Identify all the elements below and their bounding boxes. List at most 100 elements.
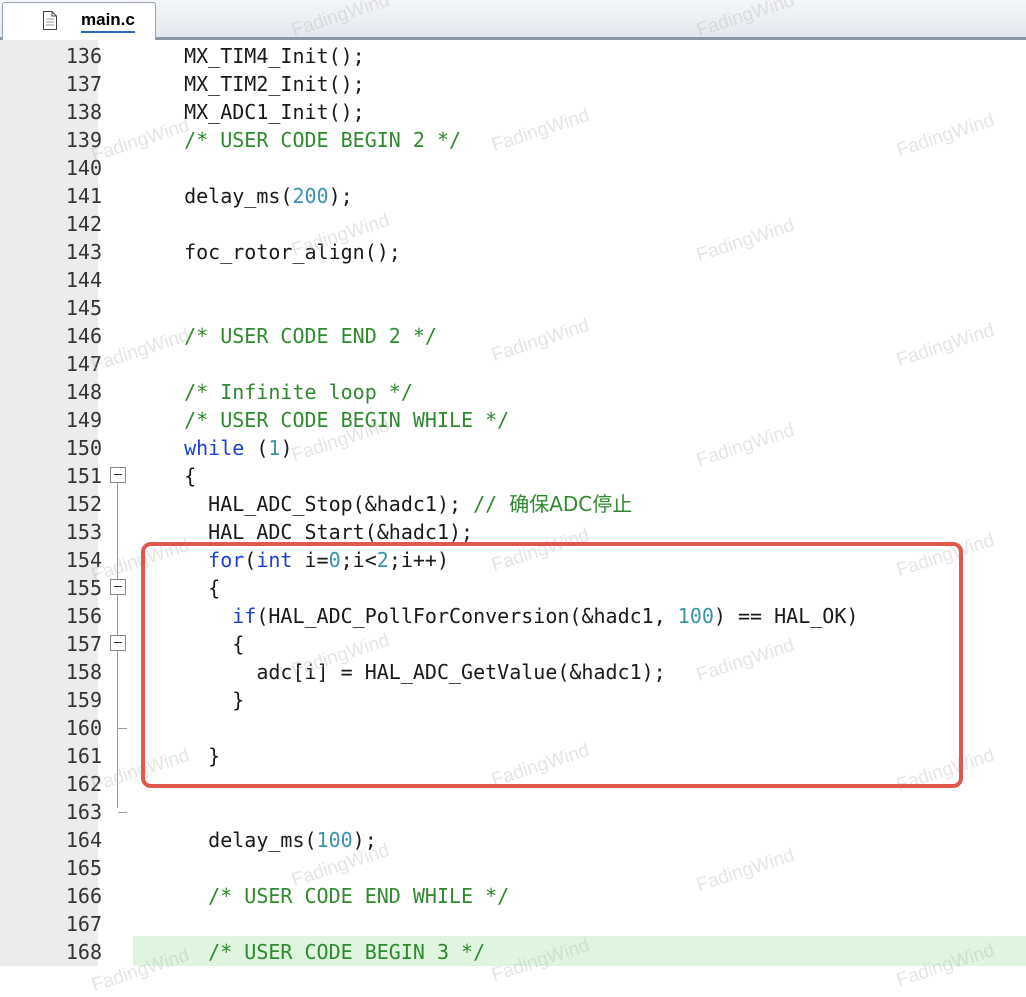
code-token: ;i++)	[388, 548, 450, 572]
code-token: delay_ms(	[160, 184, 293, 208]
code-token: 100	[316, 828, 353, 852]
line-number: 152	[65, 492, 102, 516]
code-line[interactable]: 160	[0, 714, 1026, 742]
code-line[interactable]: 141 delay_ms(200);	[0, 182, 1026, 210]
line-number: 153	[65, 520, 102, 544]
code-line[interactable]: 152 HAL_ADC_Stop(&hadc1); // 确保ADC停止	[0, 490, 1026, 518]
code-line[interactable]: 143 foc_rotor_align();	[0, 238, 1026, 266]
code-token: ) == HAL_OK)	[713, 604, 859, 628]
code-line[interactable]: 165	[0, 854, 1026, 882]
code-line[interactable]: 164 delay_ms(100);	[0, 826, 1026, 854]
code-token: MX_ADC1_Init();	[160, 100, 365, 124]
code-token: {	[160, 576, 221, 600]
line-number: 138	[65, 100, 102, 124]
line-number: 163	[65, 800, 102, 824]
code-line[interactable]: 136 MX_TIM4_Init();	[0, 42, 1026, 70]
code-text: adc[i] = HAL_ADC_GetValue(&hadc1);	[160, 658, 666, 686]
code-line[interactable]: 166 /* USER CODE END WHILE */	[0, 882, 1026, 910]
line-number: 154	[65, 548, 102, 572]
code-line[interactable]: 142	[0, 210, 1026, 238]
tab-main-c[interactable]: main.c	[2, 2, 156, 40]
code-token: //	[473, 492, 510, 516]
code-text: /* Infinite loop */	[160, 378, 413, 406]
code-text: delay_ms(200);	[160, 182, 353, 210]
code-line[interactable]: 155 {	[0, 574, 1026, 602]
code-token: );	[328, 184, 353, 208]
code-line[interactable]: 161 }	[0, 742, 1026, 770]
code-token: /* Infinite loop */	[184, 380, 413, 404]
line-number: 151	[65, 464, 102, 488]
line-number: 165	[65, 856, 102, 880]
code-token: /* USER CODE END WHILE */	[208, 884, 510, 908]
code-line[interactable]: 167	[0, 910, 1026, 938]
line-number: 147	[65, 352, 102, 376]
line-number: 137	[65, 72, 102, 96]
code-line[interactable]: 137 MX_TIM2_Init();	[0, 70, 1026, 98]
code-token: {	[160, 464, 197, 488]
code-token: for	[208, 548, 245, 572]
code-token: i=	[292, 548, 329, 572]
code-token: 1	[268, 436, 281, 460]
line-number: 144	[65, 268, 102, 292]
line-number: 162	[65, 772, 102, 796]
tab-label: main.c	[81, 10, 135, 33]
code-line[interactable]: 139 /* USER CODE BEGIN 2 */	[0, 126, 1026, 154]
code-token: if	[232, 604, 257, 628]
line-number: 161	[65, 744, 102, 768]
code-line[interactable]: 147	[0, 350, 1026, 378]
line-number: 167	[65, 912, 102, 936]
code-line[interactable]: 154 for(int i=0;i<2;i++)	[0, 546, 1026, 574]
code-token: {	[160, 632, 245, 656]
line-number: 136	[65, 44, 102, 68]
line-number: 143	[65, 240, 102, 264]
code-line[interactable]: 157 {	[0, 630, 1026, 658]
code-line[interactable]: 153 HAL_ADC_Start(&hadc1);	[0, 518, 1026, 546]
code-line[interactable]: 150 while (1)	[0, 434, 1026, 462]
code-token: /* USER CODE BEGIN 2 */	[184, 128, 462, 152]
code-line[interactable]: 149 /* USER CODE BEGIN WHILE */	[0, 406, 1026, 434]
code-text: foc_rotor_align();	[160, 238, 401, 266]
code-token: delay_ms(	[160, 828, 317, 852]
code-line[interactable]: 163	[0, 798, 1026, 826]
code-line[interactable]: 162	[0, 770, 1026, 798]
line-number: 141	[65, 184, 102, 208]
code-token: adc[i] = HAL_ADC_GetValue(&hadc1);	[160, 660, 666, 684]
code-line[interactable]: 158 adc[i] = HAL_ADC_GetValue(&hadc1);	[0, 658, 1026, 686]
code-token: int	[256, 548, 293, 572]
code-token: 确保ADC停止	[509, 492, 633, 516]
line-number: 139	[65, 128, 102, 152]
code-text: /* USER CODE BEGIN WHILE */	[160, 406, 509, 434]
code-line[interactable]: 145	[0, 294, 1026, 322]
editor-tab-bar: main.c	[0, 0, 1026, 40]
code-line[interactable]: 159 }	[0, 686, 1026, 714]
code-token: 2	[376, 548, 389, 572]
code-line[interactable]: 156 if(HAL_ADC_PollForConversion(&hadc1,…	[0, 602, 1026, 630]
code-text: {	[160, 574, 220, 602]
code-line[interactable]: 148 /* Infinite loop */	[0, 378, 1026, 406]
code-text: /* USER CODE END WHILE */	[160, 882, 509, 910]
code-text: /* USER CODE END 2 */	[160, 322, 437, 350]
line-number: 157	[65, 632, 102, 656]
code-token: (HAL_ADC_PollForConversion(&hadc1,	[256, 604, 678, 628]
code-token: 100	[677, 604, 714, 628]
line-number: 155	[65, 576, 102, 600]
code-line[interactable]: 168 /* USER CODE BEGIN 3 */	[0, 938, 1026, 966]
code-text: MX_ADC1_Init();	[160, 98, 365, 126]
code-token: ;i<	[340, 548, 377, 572]
code-token: );	[352, 828, 377, 852]
code-token: /* USER CODE END 2 */	[184, 324, 437, 348]
code-text: while (1)	[160, 434, 292, 462]
code-line[interactable]: 140	[0, 154, 1026, 182]
code-line[interactable]: 151 {	[0, 462, 1026, 490]
line-number: 159	[65, 688, 102, 712]
code-line[interactable]: 146 /* USER CODE END 2 */	[0, 322, 1026, 350]
code-line[interactable]: 138 MX_ADC1_Init();	[0, 98, 1026, 126]
code-line[interactable]: 144	[0, 266, 1026, 294]
code-token: MX_TIM4_Init();	[160, 44, 365, 68]
